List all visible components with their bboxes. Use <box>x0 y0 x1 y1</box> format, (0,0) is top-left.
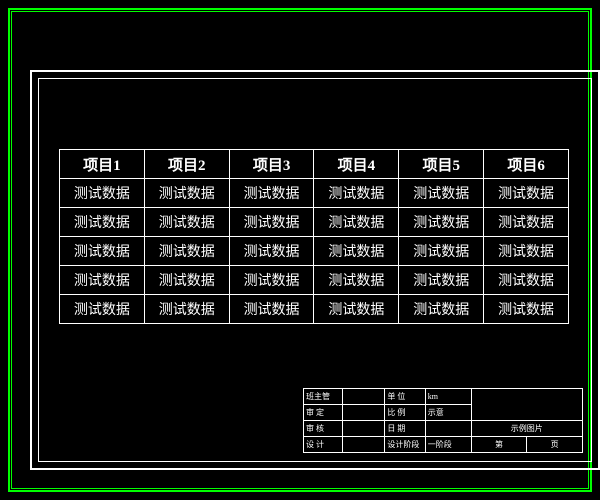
tb-value <box>343 405 385 421</box>
tb-label: 审 核 <box>304 421 343 437</box>
cell: 测试数据 <box>314 237 399 266</box>
cell: 测试数据 <box>314 208 399 237</box>
col-header: 项目3 <box>229 150 314 179</box>
data-table: 项目1 项目2 项目3 项目4 项目5 项目6 测试数据测试数据测试数据测试数据… <box>59 149 569 324</box>
cell: 测试数据 <box>229 295 314 324</box>
tb-label: 单 位 <box>385 389 425 405</box>
cell: 测试数据 <box>484 266 569 295</box>
cell: 测试数据 <box>60 266 145 295</box>
cell: 测试数据 <box>229 266 314 295</box>
cell: 测试数据 <box>484 179 569 208</box>
cell: 测试数据 <box>60 295 145 324</box>
drawing-frame-outer: 项目1 项目2 项目3 项目4 项目5 项目6 测试数据测试数据测试数据测试数据… <box>30 70 600 470</box>
cell: 测试数据 <box>60 237 145 266</box>
drawing-frame-inner: 项目1 项目2 项目3 项目4 项目5 项目6 测试数据测试数据测试数据测试数据… <box>38 78 592 462</box>
cell: 测试数据 <box>314 179 399 208</box>
cell: 测试数据 <box>144 266 229 295</box>
table-body: 测试数据测试数据测试数据测试数据测试数据测试数据 测试数据测试数据测试数据测试数… <box>60 179 569 324</box>
table-row: 测试数据测试数据测试数据测试数据测试数据测试数据 <box>60 237 569 266</box>
col-header: 项目2 <box>144 150 229 179</box>
cell: 测试数据 <box>484 237 569 266</box>
tb-label: 设 计 <box>304 437 343 453</box>
cell: 测试数据 <box>144 237 229 266</box>
tb-label: 比 例 <box>385 405 425 421</box>
cell: 测试数据 <box>399 266 484 295</box>
cell: 测试数据 <box>399 179 484 208</box>
cell: 测试数据 <box>229 208 314 237</box>
col-header: 项目5 <box>399 150 484 179</box>
cell: 测试数据 <box>144 179 229 208</box>
cell: 测试数据 <box>399 237 484 266</box>
tb-value: 示意 <box>425 405 471 421</box>
tb-value <box>425 421 471 437</box>
cell: 测试数据 <box>60 208 145 237</box>
cell: 测试数据 <box>60 179 145 208</box>
table-row: 测试数据测试数据测试数据测试数据测试数据测试数据 <box>60 208 569 237</box>
tb-value <box>343 421 385 437</box>
tb-label: 日 期 <box>385 421 425 437</box>
tb-page-prefix: 第 <box>471 437 527 453</box>
cell: 测试数据 <box>484 295 569 324</box>
tb-value: 一阶段 <box>425 437 471 453</box>
cell: 测试数据 <box>399 208 484 237</box>
cell: 测试数据 <box>399 295 484 324</box>
tb-page-suffix: 页 <box>527 437 583 453</box>
table-row: 测试数据测试数据测试数据测试数据测试数据测试数据 <box>60 179 569 208</box>
col-header: 项目4 <box>314 150 399 179</box>
tb-value <box>343 437 385 453</box>
cell: 测试数据 <box>144 208 229 237</box>
cell: 测试数据 <box>314 266 399 295</box>
tb-label: 设计阶段 <box>385 437 425 453</box>
table-header-row: 项目1 项目2 项目3 项目4 项目5 项目6 <box>60 150 569 179</box>
tb-label: 班主管 <box>304 389 343 405</box>
tb-title-top <box>471 389 582 421</box>
cell: 测试数据 <box>484 208 569 237</box>
col-header: 项目1 <box>60 150 145 179</box>
table-row: 测试数据测试数据测试数据测试数据测试数据测试数据 <box>60 295 569 324</box>
title-block-table: 班主管 单 位 km 审 定 比 例 示意 审 核 日 期 <box>303 388 583 453</box>
tb-value: km <box>425 389 471 405</box>
cell: 测试数据 <box>314 295 399 324</box>
cell: 测试数据 <box>144 295 229 324</box>
tb-value <box>343 389 385 405</box>
tb-label: 审 定 <box>304 405 343 421</box>
col-header: 项目6 <box>484 150 569 179</box>
cell: 测试数据 <box>229 237 314 266</box>
table-row: 测试数据测试数据测试数据测试数据测试数据测试数据 <box>60 266 569 295</box>
title-block: 班主管 单 位 km 审 定 比 例 示意 审 核 日 期 <box>303 388 583 453</box>
tb-title-middle: 示例图片 <box>471 421 582 437</box>
cell: 测试数据 <box>229 179 314 208</box>
